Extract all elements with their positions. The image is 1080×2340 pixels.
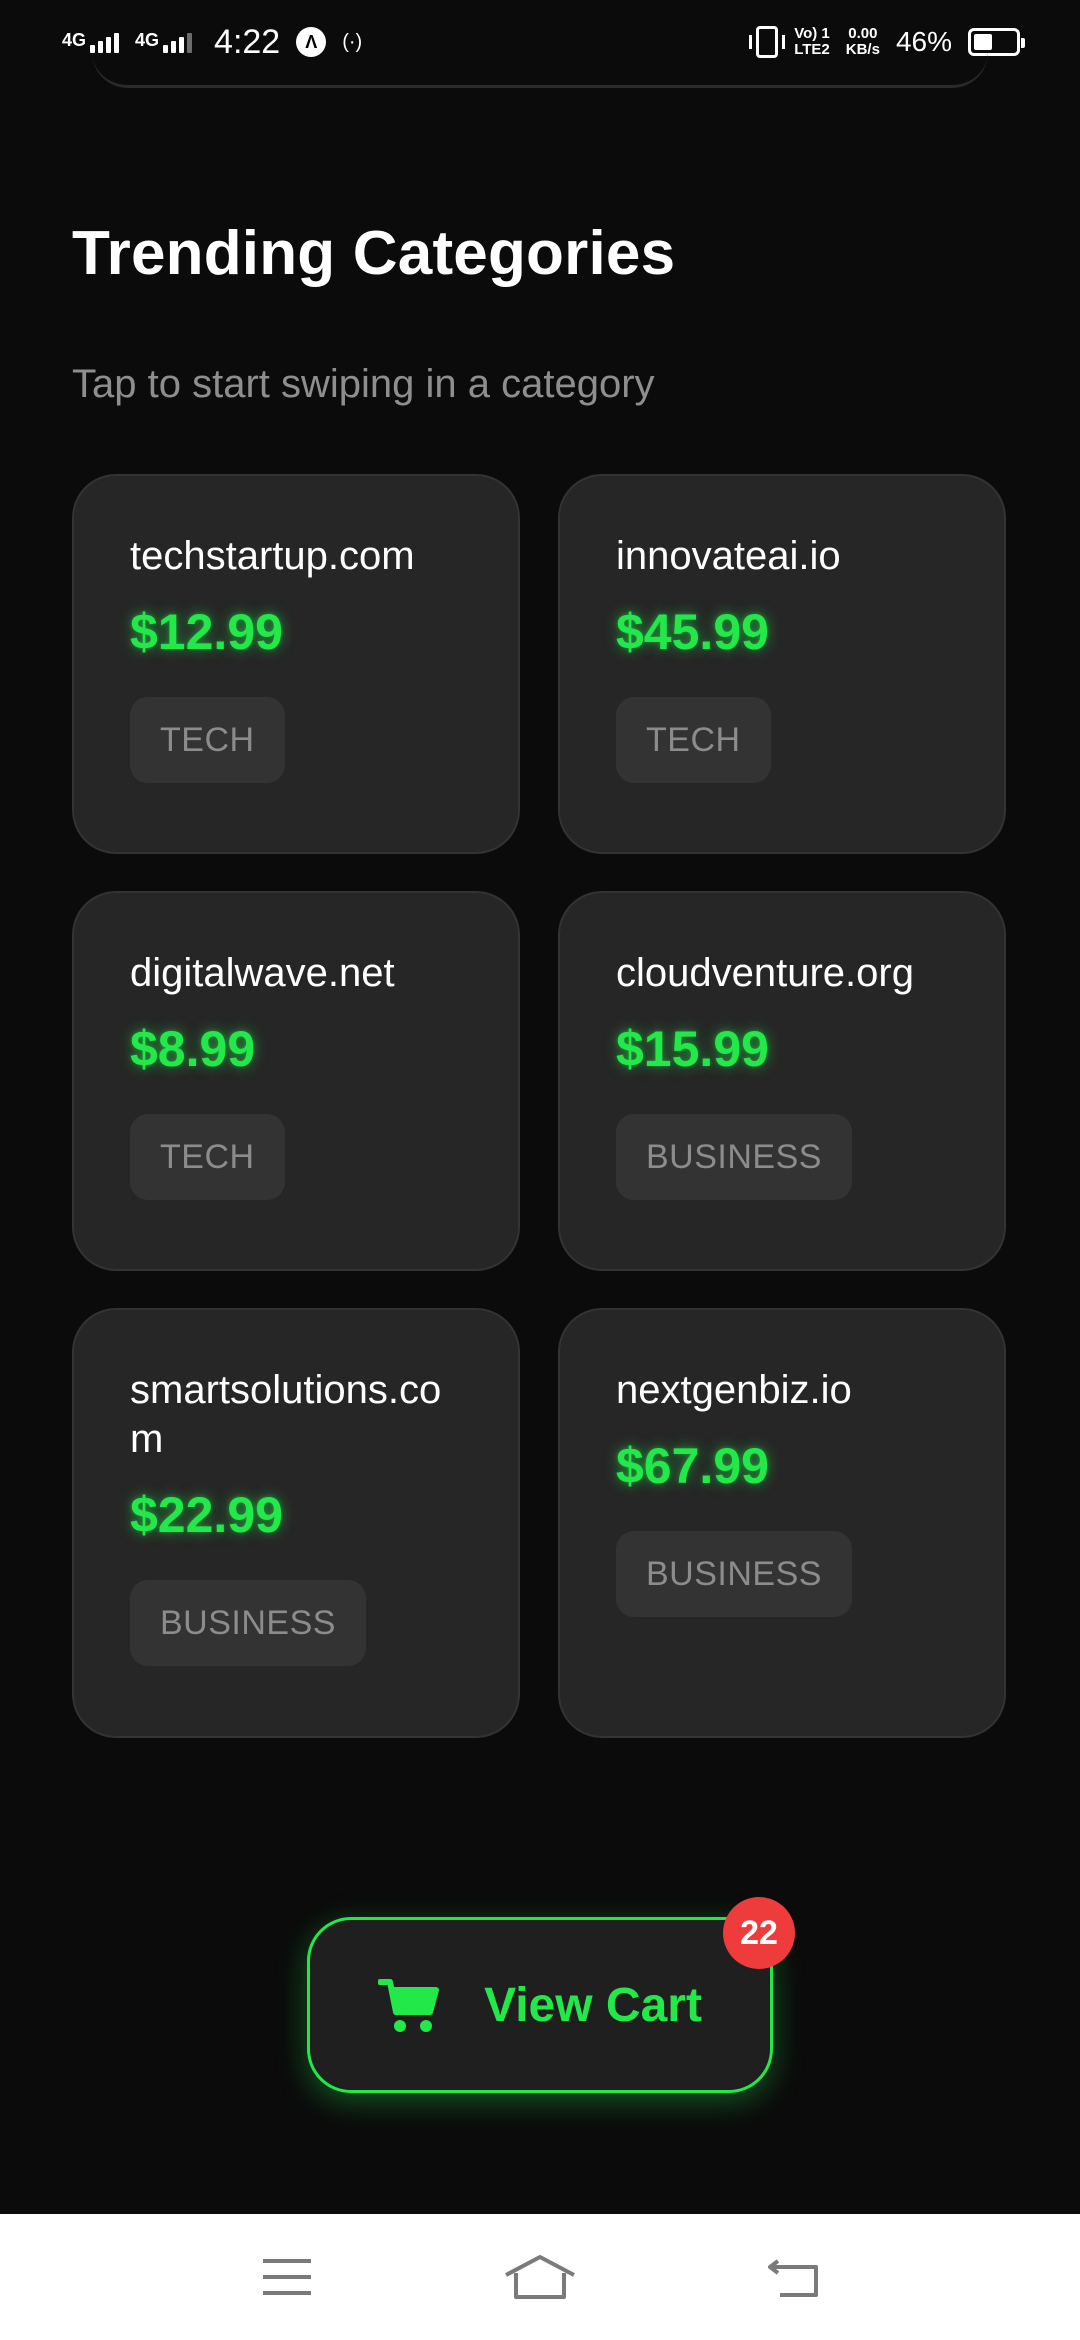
hotspot-icon: (·) (342, 30, 363, 53)
domain-card[interactable]: smartsolutions.com $22.99 BUSINESS (72, 1308, 520, 1738)
domain-name: techstartup.com (130, 534, 415, 578)
category-tag: TECH (130, 697, 285, 783)
domain-price: $22.99 (130, 1487, 283, 1543)
category-grid: techstartup.com $12.99 TECH innovateai.i… (72, 474, 1008, 1738)
section-title: Trending Categories (72, 219, 676, 288)
signal-bars-icon (90, 31, 120, 53)
view-cart-button[interactable]: View Cart (307, 1917, 773, 2093)
category-tag: BUSINESS (130, 1580, 366, 1666)
domain-price: $15.99 (616, 1021, 769, 1077)
menu-icon[interactable] (237, 2242, 337, 2312)
system-nav-bar (0, 2214, 1080, 2340)
domain-price: $12.99 (130, 604, 283, 660)
cart-icon (378, 1979, 440, 2032)
back-icon[interactable] (743, 2242, 843, 2312)
domain-card[interactable]: cloudventure.org $15.99 BUSINESS (558, 891, 1006, 1271)
previous-card-edge (92, 52, 988, 88)
domain-price: $67.99 (616, 1438, 769, 1494)
domain-card[interactable]: techstartup.com $12.99 TECH (72, 474, 520, 854)
section-subtitle: Tap to start swiping in a category (72, 362, 655, 406)
category-tag: BUSINESS (616, 1114, 852, 1200)
signal-2: 4G (135, 30, 193, 53)
cart-count-badge: 22 (723, 1897, 795, 1969)
domain-name: digitalwave.net (130, 951, 395, 995)
domain-name: nextgenbiz.io (616, 1368, 852, 1412)
domain-card[interactable]: innovateai.io $45.99 TECH (558, 474, 1006, 854)
domain-price: $8.99 (130, 1021, 256, 1077)
domain-name: smartsolutions.com (130, 1368, 442, 1461)
view-cart-label: View Cart (484, 1978, 702, 2032)
domain-name: innovateai.io (616, 534, 841, 578)
network-type-2: 4G (135, 30, 160, 50)
signal-1: 4G (62, 30, 120, 53)
signal-bars-icon (163, 31, 193, 53)
network-type-1: 4G (62, 30, 87, 50)
domain-card[interactable]: nextgenbiz.io $67.99 BUSINESS (558, 1308, 1006, 1738)
domain-price: $45.99 (616, 604, 769, 660)
battery-level (974, 34, 993, 50)
category-tag: TECH (130, 1114, 285, 1200)
domain-card[interactable]: digitalwave.net $8.99 TECH (72, 891, 520, 1271)
domain-name: cloudventure.org (616, 951, 914, 995)
category-tag: TECH (616, 697, 771, 783)
home-icon[interactable] (490, 2242, 590, 2312)
screen: 4G 4G 4:22 Λ (·) Vo) 1 LTE2 0.00 KB/s 46… (0, 0, 1080, 2340)
category-tag: BUSINESS (616, 1531, 852, 1617)
